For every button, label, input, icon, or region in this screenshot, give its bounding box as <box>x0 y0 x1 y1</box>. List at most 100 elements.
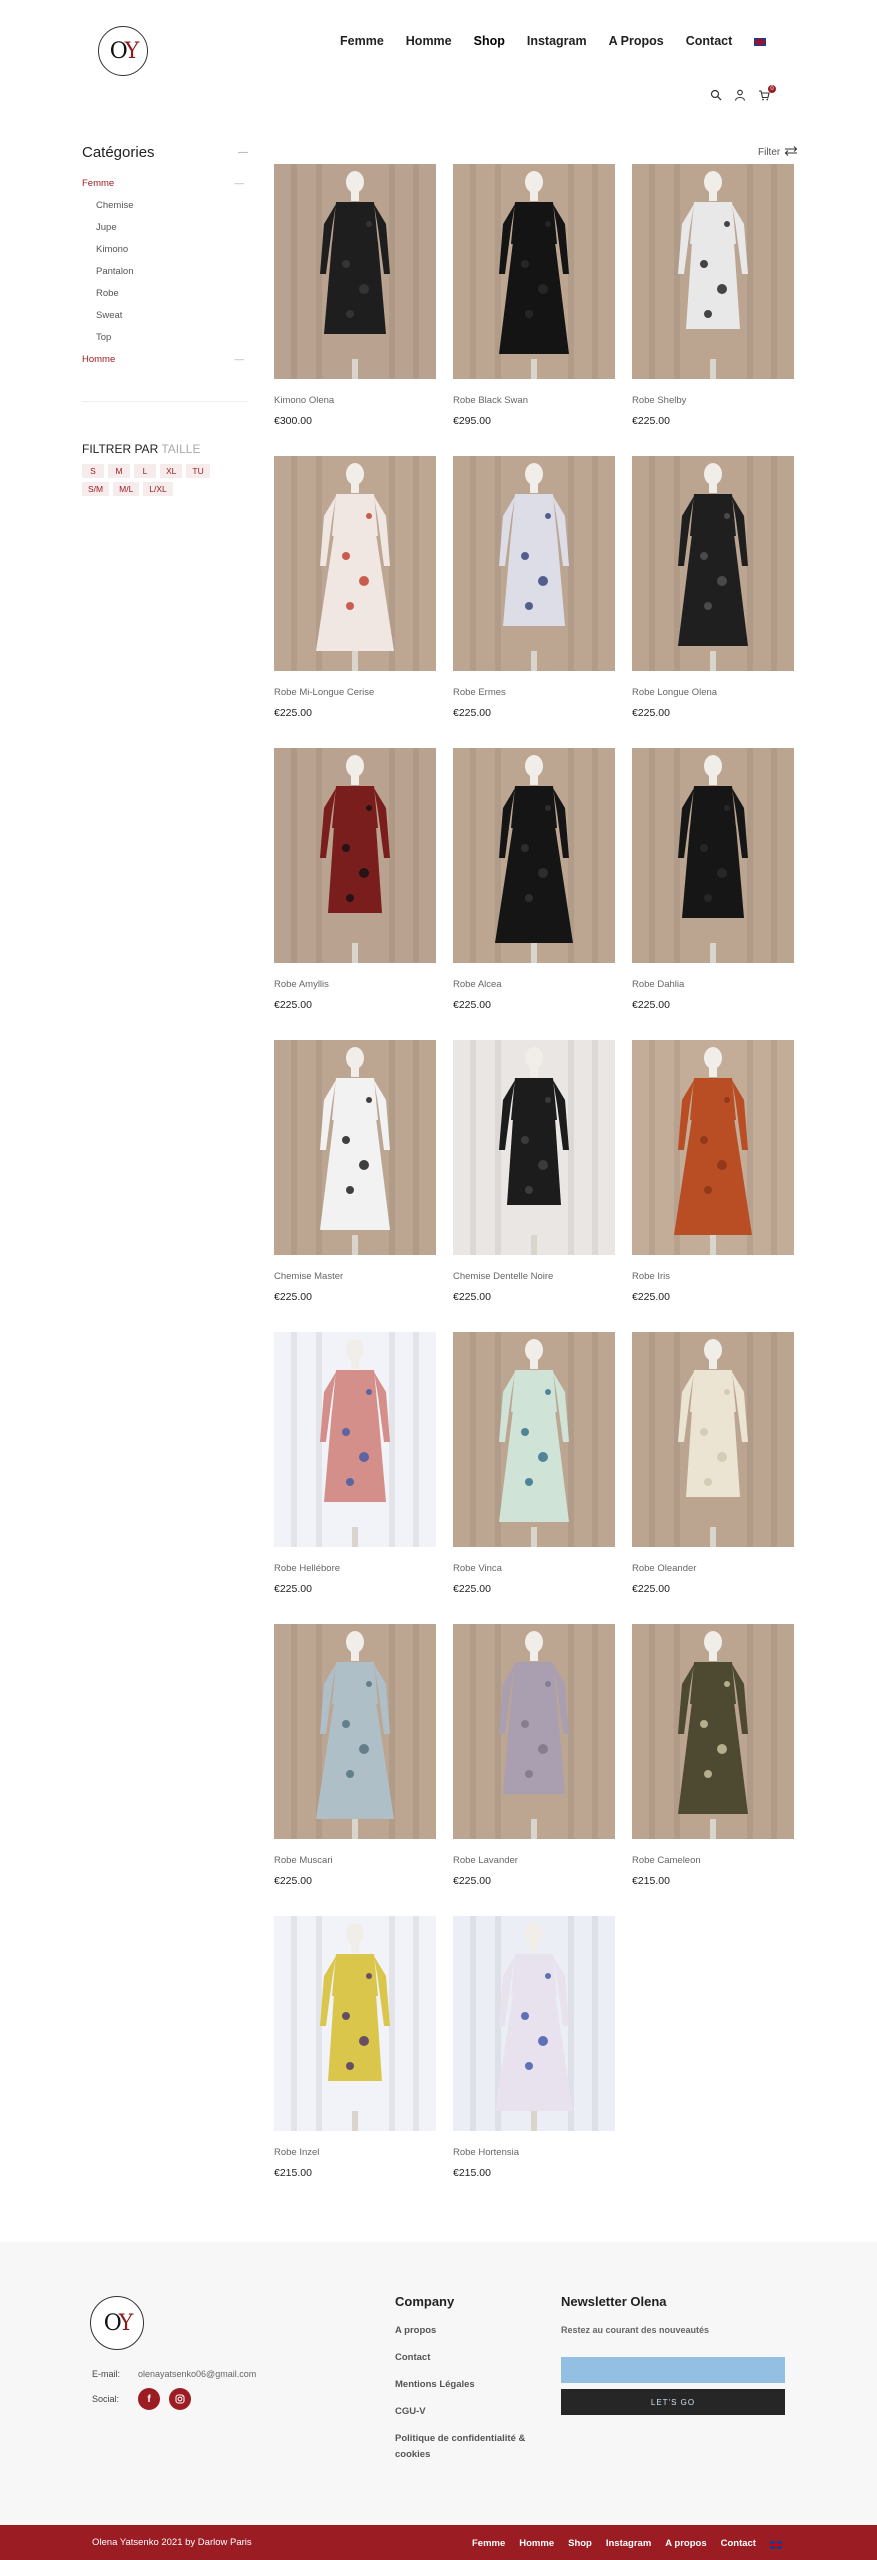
size-chip[interactable]: L <box>134 464 156 478</box>
size-chip[interactable]: S/M <box>82 482 110 496</box>
product-card[interactable]: Robe Dahlia €225.00 <box>632 748 794 1011</box>
footer-link-privacy[interactable]: Politique de confidentialité & cookies <box>395 2431 535 2463</box>
nav-a-propos[interactable]: A Propos <box>609 34 664 48</box>
footer-link-mentions-legales[interactable]: Mentions Légales <box>395 2377 535 2393</box>
bottom-nav-femme[interactable]: Femme <box>472 2538 505 2549</box>
product-card[interactable]: Robe Inzel €215.00 <box>274 1916 436 2179</box>
category-item-sweat[interactable]: Sweat <box>82 305 248 327</box>
product-name[interactable]: Robe Vinca <box>453 1563 615 1574</box>
product-name[interactable]: Robe Hellébore <box>274 1563 436 1574</box>
product-name[interactable]: Robe Hortensia <box>453 2147 615 2158</box>
product-image[interactable] <box>453 1916 615 2131</box>
bottom-nav-instagram[interactable]: Instagram <box>606 2538 651 2549</box>
product-card[interactable]: Robe Cameleon €215.00 <box>632 1624 794 1887</box>
product-image[interactable] <box>274 748 436 963</box>
size-chip[interactable]: S <box>82 464 104 478</box>
category-item-femme[interactable]: Femme — <box>82 173 248 195</box>
product-image[interactable] <box>632 1624 794 1839</box>
product-card[interactable]: Robe Black Swan €295.00 <box>453 164 615 427</box>
category-item-chemise[interactable]: Chemise <box>82 195 248 217</box>
product-name[interactable]: Robe Alcea <box>453 979 615 990</box>
filter-toggle[interactable]: Filter <box>758 146 798 159</box>
product-card[interactable]: Robe Mi-Longue Cerise €225.00 <box>274 456 436 719</box>
cart-icon[interactable]: 0 <box>758 85 776 101</box>
footer-link-contact[interactable]: Contact <box>395 2350 535 2366</box>
product-name[interactable]: Robe Black Swan <box>453 395 615 406</box>
product-image[interactable] <box>632 1040 794 1255</box>
product-card[interactable]: Robe Longue Olena €225.00 <box>632 456 794 719</box>
bottom-nav-contact[interactable]: Contact <box>721 2538 756 2549</box>
product-name[interactable]: Robe Iris <box>632 1271 794 1282</box>
search-icon[interactable] <box>710 88 722 101</box>
product-image[interactable] <box>632 748 794 963</box>
product-card[interactable]: Robe Oleander €225.00 <box>632 1332 794 1595</box>
product-name[interactable]: Chemise Master <box>274 1271 436 1282</box>
product-image[interactable] <box>453 456 615 671</box>
category-item-kimono[interactable]: Kimono <box>82 239 248 261</box>
product-name[interactable]: Robe Shelby <box>632 395 794 406</box>
uk-flag-icon[interactable] <box>754 38 767 46</box>
facebook-icon[interactable]: f <box>138 2388 160 2410</box>
product-image[interactable] <box>632 456 794 671</box>
category-item-homme[interactable]: Homme — <box>82 349 248 371</box>
nav-contact[interactable]: Contact <box>686 34 733 48</box>
bottom-nav-shop[interactable]: Shop <box>568 2538 592 2549</box>
email-link[interactable]: olenayatsenko06@gmail.com <box>138 2369 256 2379</box>
product-image[interactable] <box>632 164 794 379</box>
footer-link-cguv[interactable]: CGU-V <box>395 2404 535 2420</box>
newsletter-email-input[interactable] <box>561 2357 785 2383</box>
category-item-jupe[interactable]: Jupe <box>82 217 248 239</box>
product-image[interactable] <box>274 1332 436 1547</box>
product-image[interactable] <box>453 748 615 963</box>
product-image[interactable] <box>274 1040 436 1255</box>
product-card[interactable]: Robe Hortensia €215.00 <box>453 1916 615 2179</box>
product-name[interactable]: Robe Amyllis <box>274 979 436 990</box>
collapse-icon[interactable]: — <box>238 147 248 158</box>
product-name[interactable]: Chemise Dentelle Noire <box>453 1271 615 1282</box>
product-card[interactable]: Robe Amyllis €225.00 <box>274 748 436 1011</box>
product-card[interactable]: Robe Muscari €225.00 <box>274 1624 436 1887</box>
product-card[interactable]: Kimono Olena €300.00 <box>274 164 436 427</box>
product-card[interactable]: Robe Iris €225.00 <box>632 1040 794 1303</box>
product-card[interactable]: Robe Lavander €225.00 <box>453 1624 615 1887</box>
nav-femme[interactable]: Femme <box>340 34 384 48</box>
product-name[interactable]: Robe Lavander <box>453 1855 615 1866</box>
product-card[interactable]: Chemise Dentelle Noire €225.00 <box>453 1040 615 1303</box>
product-card[interactable]: Robe Hellébore €225.00 <box>274 1332 436 1595</box>
size-chip[interactable]: L/XL <box>143 482 173 496</box>
product-name[interactable]: Robe Inzel <box>274 2147 436 2158</box>
product-image[interactable] <box>274 1916 436 2131</box>
product-name[interactable]: Robe Oleander <box>632 1563 794 1574</box>
size-chip[interactable]: XL <box>160 464 183 478</box>
product-card[interactable]: Chemise Master €225.00 <box>274 1040 436 1303</box>
bottom-nav-homme[interactable]: Homme <box>519 2538 554 2549</box>
product-card[interactable]: Robe Alcea €225.00 <box>453 748 615 1011</box>
product-image[interactable] <box>453 164 615 379</box>
footer-logo[interactable]: OY <box>90 2296 144 2350</box>
site-logo[interactable]: OY <box>98 26 148 76</box>
newsletter-submit-button[interactable]: LET'S GO <box>561 2389 785 2415</box>
size-chip[interactable]: M <box>108 464 130 478</box>
product-image[interactable] <box>632 1332 794 1547</box>
uk-flag-icon[interactable] <box>769 2541 782 2549</box>
instagram-icon[interactable] <box>169 2388 191 2410</box>
product-image[interactable] <box>274 164 436 379</box>
product-name[interactable]: Robe Muscari <box>274 1855 436 1866</box>
category-item-top[interactable]: Top <box>82 327 248 349</box>
category-item-robe[interactable]: Robe <box>82 283 248 305</box>
collapse-icon[interactable]: — <box>235 173 249 195</box>
product-name[interactable]: Robe Ermes <box>453 687 615 698</box>
product-card[interactable]: Robe Ermes €225.00 <box>453 456 615 719</box>
product-card[interactable]: Robe Vinca €225.00 <box>453 1332 615 1595</box>
product-name[interactable]: Robe Dahlia <box>632 979 794 990</box>
category-item-pantalon[interactable]: Pantalon <box>82 261 248 283</box>
nav-shop[interactable]: Shop <box>474 34 505 48</box>
nav-homme[interactable]: Homme <box>406 34 452 48</box>
size-chip[interactable]: TU <box>186 464 210 478</box>
product-name[interactable]: Robe Longue Olena <box>632 687 794 698</box>
product-card[interactable]: Robe Shelby €225.00 <box>632 164 794 427</box>
product-image[interactable] <box>453 1332 615 1547</box>
user-icon[interactable] <box>734 88 746 101</box>
nav-instagram[interactable]: Instagram <box>527 34 587 48</box>
product-image[interactable] <box>453 1624 615 1839</box>
